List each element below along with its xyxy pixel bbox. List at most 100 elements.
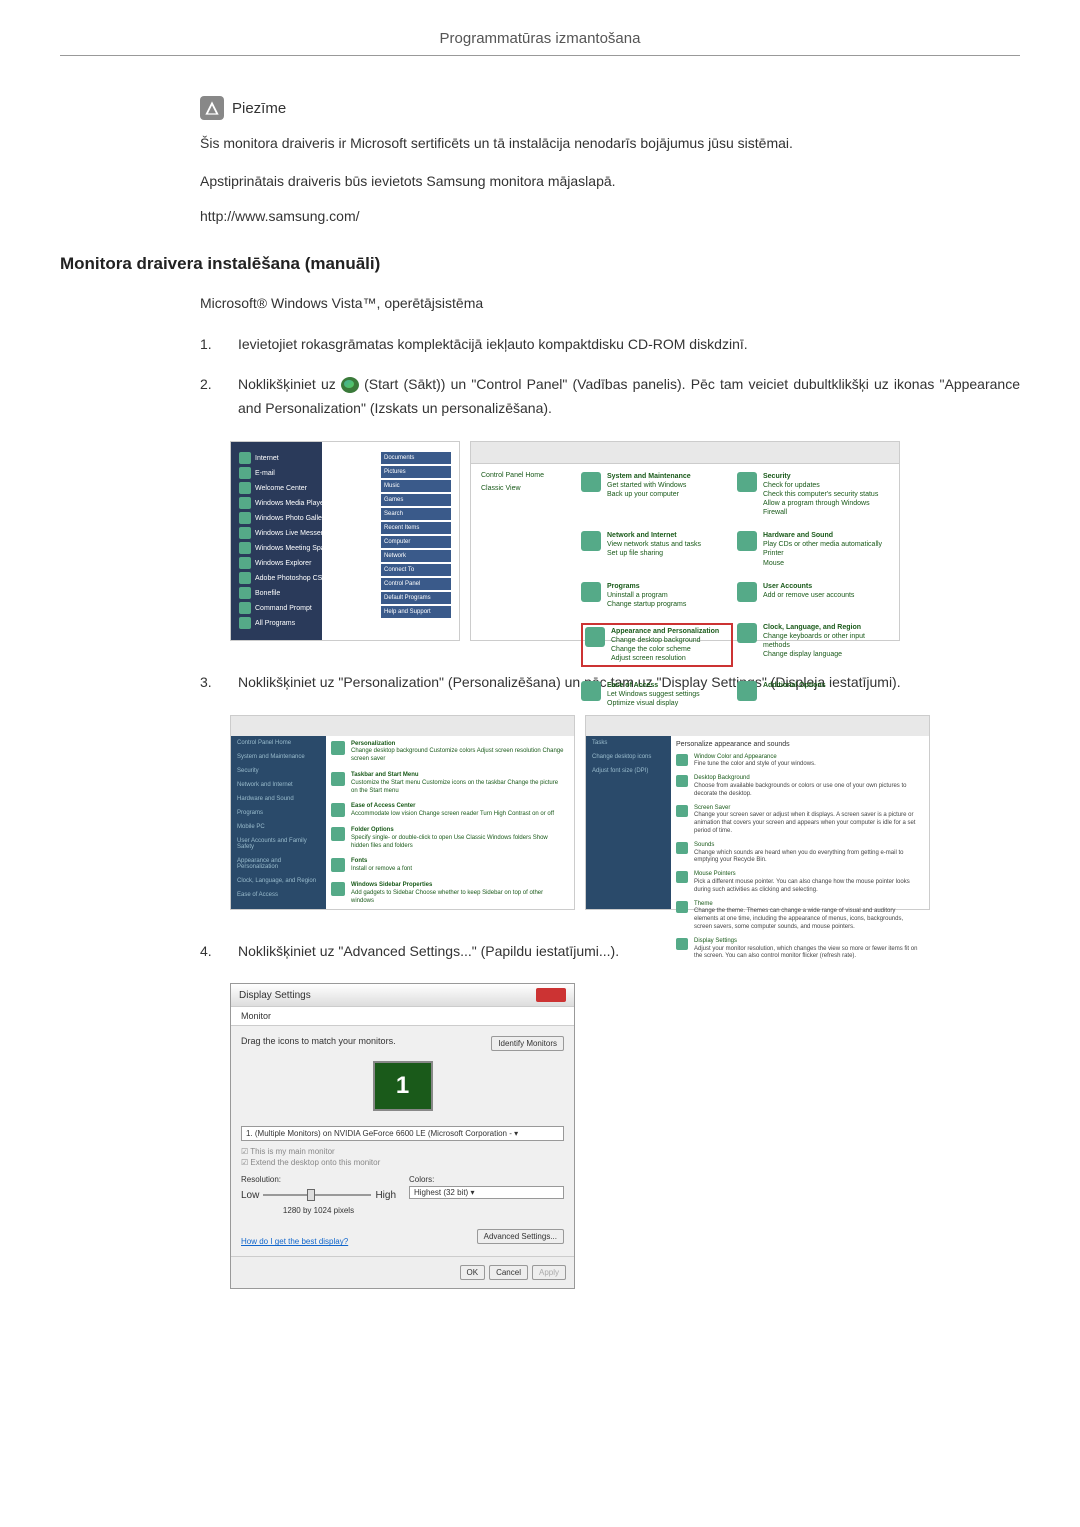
resolution-label: Resolution: [241, 1175, 396, 1184]
start-menu-right-item[interactable]: Network [381, 550, 451, 562]
appearance-item[interactable]: Ease of Access CenterAccommodate low vis… [331, 803, 566, 819]
personalization-item[interactable]: Desktop BackgroundChoose from available … [676, 775, 921, 798]
cp-category[interactable]: System and MaintenanceGet started with W… [581, 472, 733, 517]
cp-category[interactable]: Hardware and SoundPlay CDs or other medi… [737, 531, 889, 567]
appearance-sidebar-item[interactable]: User Accounts and Family Safety [231, 834, 326, 854]
personalization-item[interactable]: ThemeChange the theme. Themes can change… [676, 901, 921, 932]
appearance-sidebar-item[interactable]: Control Panel Home [231, 736, 326, 750]
appearance-item[interactable]: Windows Sidebar PropertiesAdd gadgets to… [331, 882, 566, 905]
start-menu-right-item[interactable]: Games [381, 494, 451, 506]
cp-category[interactable]: Ease of AccessLet Windows suggest settin… [581, 681, 733, 708]
personalization-item[interactable]: SoundsChange which sounds are heard when… [676, 842, 921, 865]
check-extend-desktop[interactable]: ☑ Extend the desktop onto this monitor [241, 1158, 564, 1167]
page-header: Programmatūras izmantošana [60, 30, 1020, 56]
step-text: Ievietojiet rokasgrāmatas komplektācijā … [238, 333, 1020, 357]
cp-category[interactable]: Appearance and PersonalizationChange des… [581, 623, 733, 667]
personalization-item[interactable]: Display SettingsAdjust your monitor reso… [676, 938, 921, 961]
appearance-sidebar-item[interactable]: Ease of Access [231, 888, 326, 902]
slider-low: Low [241, 1190, 259, 1201]
start-menu-item[interactable]: Windows Explorer [239, 557, 379, 570]
colors-label: Colors: [409, 1175, 564, 1184]
start-menu-item[interactable]: Bonefile [239, 587, 379, 600]
monitor-icon[interactable]: 1 [373, 1061, 433, 1111]
note-label: Piezīme [232, 100, 286, 117]
start-menu-right-item[interactable]: Search [381, 508, 451, 520]
cp-category[interactable]: SecurityCheck for updatesCheck this comp… [737, 472, 889, 517]
step-1: 1. Ievietojiet rokasgrāmatas komplektāci… [200, 333, 1020, 357]
start-menu-item[interactable]: Windows Photo Gallery [239, 512, 379, 525]
appearance-item[interactable]: Folder OptionsSpecify single- or double-… [331, 827, 566, 850]
start-menu-right-item[interactable]: Recent Items [381, 522, 451, 534]
start-menu-item[interactable]: Command Prompt [239, 602, 379, 615]
os-text: Microsoft® Windows Vista™, operētājsistē… [200, 292, 1020, 316]
step-number: 4. [200, 940, 230, 964]
appearance-sidebar-item[interactable]: Security [231, 764, 326, 778]
note-text-2: Apstiprinātais draiveris būs ievietots S… [200, 170, 1020, 194]
start-menu-item[interactable]: Windows Live Messenger Download [239, 527, 379, 540]
cp-sidebar-item[interactable]: Classic View [481, 485, 571, 492]
personalization-item[interactable]: Window Color and AppearanceFine tune the… [676, 754, 921, 770]
appearance-sidebar-item[interactable]: Clock, Language, and Region [231, 874, 326, 888]
personalization-sidebar-item[interactable]: Tasks [586, 736, 671, 750]
appearance-sidebar-item[interactable]: Appearance and Personalization [231, 854, 326, 874]
step-number: 2. [200, 373, 230, 421]
start-menu-item[interactable]: Adobe Photoshop CS2 [239, 572, 379, 585]
ok-button[interactable]: OK [460, 1265, 486, 1280]
cp-category[interactable]: Clock, Language, and RegionChange keyboa… [737, 623, 889, 667]
personalization-sidebar-item[interactable]: Change desktop icons [586, 750, 671, 764]
cancel-button[interactable]: Cancel [489, 1265, 528, 1280]
resolution-value: 1280 by 1024 pixels [241, 1206, 396, 1215]
cp-category[interactable]: ProgramsUninstall a programChange startu… [581, 582, 733, 609]
start-menu-item[interactable]: E-mail [239, 467, 379, 480]
appearance-sidebar-item[interactable]: Network and Internet [231, 778, 326, 792]
resolution-slider[interactable]: Low High [241, 1186, 396, 1204]
start-menu-right-item[interactable]: Default Programs [381, 592, 451, 604]
appearance-item[interactable]: Taskbar and Start MenuCustomize the Star… [331, 772, 566, 795]
screenshot-display-settings: Display Settings Monitor Drag the icons … [230, 983, 575, 1289]
appearance-sidebar-item[interactable]: Mobile PC [231, 820, 326, 834]
start-menu-item[interactable]: Internet [239, 452, 379, 465]
step-number: 1. [200, 333, 230, 357]
close-icon[interactable] [536, 988, 566, 1002]
note-section: Piezīme Šis monitora draiveris ir Micros… [200, 96, 1020, 224]
screenshot-start-menu: Internet E-mail Welcome Center Windows Medi… [230, 441, 460, 641]
drag-text: Drag the icons to match your monitors. [241, 1036, 396, 1051]
start-menu-right-item[interactable]: Documents [381, 452, 451, 464]
start-menu-right-item[interactable]: Help and Support [381, 606, 451, 618]
identify-button[interactable]: Identify Monitors [491, 1036, 564, 1051]
tab-monitor[interactable]: Monitor [231, 1007, 574, 1026]
start-menu-item[interactable]: Windows Media Player [239, 497, 379, 510]
window-title: Display Settings [239, 990, 311, 1001]
appearance-sidebar-item[interactable]: Programs [231, 806, 326, 820]
start-menu-right-item[interactable]: Control Panel [381, 578, 451, 590]
personalization-sidebar-item[interactable]: Adjust font size (DPI) [586, 764, 671, 778]
start-menu-item[interactable]: Welcome Center [239, 482, 379, 495]
step-number: 3. [200, 671, 230, 695]
personalization-item[interactable]: Mouse PointersPick a different mouse poi… [676, 871, 921, 894]
appearance-item[interactable]: FontsInstall or remove a font [331, 858, 566, 874]
cp-category[interactable]: User AccountsAdd or remove user accounts [737, 582, 889, 609]
start-orb-icon [341, 377, 359, 393]
advanced-settings-button[interactable]: Advanced Settings... [477, 1229, 564, 1244]
apply-button[interactable]: Apply [532, 1265, 566, 1280]
start-menu-right-item[interactable]: Computer [381, 536, 451, 548]
cp-sidebar-item[interactable]: Control Panel Home [481, 472, 571, 479]
start-menu-right-item[interactable]: Pictures [381, 466, 451, 478]
appearance-sidebar-item[interactable]: System and Maintenance [231, 750, 326, 764]
step-text-a: Noklikšķiniet uz [238, 376, 341, 392]
start-menu-right-item[interactable]: Connect To [381, 564, 451, 576]
personalization-item[interactable]: Screen SaverChange your screen saver or … [676, 805, 921, 836]
start-menu-item[interactable]: Windows Meeting Space [239, 542, 379, 555]
note-icon [200, 96, 224, 120]
start-menu-item[interactable]: All Programs [239, 617, 379, 630]
monitor-dropdown[interactable]: 1. (Multiple Monitors) on NVIDIA GeForce… [241, 1126, 564, 1141]
appearance-item[interactable]: PersonalizationChange desktop background… [331, 741, 566, 764]
colors-dropdown[interactable]: Highest (32 bit) ▾ [409, 1186, 564, 1199]
appearance-sidebar-item[interactable]: Hardware and Sound [231, 792, 326, 806]
cp-category[interactable]: Network and InternetView network status … [581, 531, 733, 567]
check-main-monitor[interactable]: ☑ This is my main monitor [241, 1147, 564, 1156]
slider-high: High [375, 1190, 396, 1201]
cp-category[interactable]: Additional Options [737, 681, 889, 708]
help-link[interactable]: How do I get the best display? [241, 1237, 348, 1246]
start-menu-right-item[interactable]: Music [381, 480, 451, 492]
